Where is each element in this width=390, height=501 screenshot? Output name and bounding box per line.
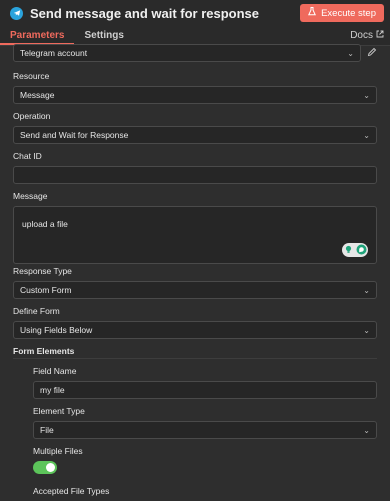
divider [13,358,377,359]
chat-id-label: Chat ID [13,151,42,161]
execute-step-button[interactable]: Execute step [300,4,384,22]
form-elements-label: Form Elements [13,346,75,356]
operation-select[interactable]: Send and Wait for Response ⌄ [13,126,377,144]
response-type-select[interactable]: Custom Form ⌄ [13,281,377,299]
define-form-select[interactable]: Using Fields Below ⌄ [13,321,377,339]
operation-value: Send and Wait for Response [20,130,129,140]
element-type-label: Element Type [33,406,85,416]
multiple-files-field: Multiple Files [33,446,377,474]
multiple-files-toggle[interactable] [33,461,57,474]
field-name-input[interactable]: my file [33,381,377,399]
pencil-icon[interactable] [367,44,377,62]
message-label: Message [13,191,48,201]
resource-value: Message [20,90,55,100]
node-header: Send message and wait for response Execu… [0,0,390,26]
resource-label: Resource [13,71,50,81]
chevron-down-icon: ⌄ [363,285,370,295]
message-textarea[interactable]: upload a file [13,206,377,264]
flask-icon [308,7,317,19]
field-name-field: Field Name my file [33,366,377,399]
resource-select[interactable]: Message ⌄ [13,86,377,104]
assistant-badge[interactable] [342,243,368,257]
multiple-files-label: Multiple Files [33,446,83,456]
define-form-value: Using Fields Below [20,325,93,335]
node-title: Send message and wait for response [30,5,260,21]
chevron-down-icon: ⌄ [363,130,370,140]
chevron-down-icon: ⌄ [363,325,370,335]
credential-row: Telegram account ⌄ [13,44,377,62]
chat-bubble-icon [356,244,367,257]
chat-id-input[interactable] [13,166,377,184]
operation-field: Operation Send and Wait for Response ⌄ [13,111,377,144]
element-type-select[interactable]: File ⌄ [33,421,377,439]
credential-value: Telegram account [20,48,88,58]
chevron-down-icon: ⌄ [347,48,354,58]
credential-select[interactable]: Telegram account ⌄ [13,44,361,62]
operation-label: Operation [13,111,51,121]
tab-settings[interactable]: Settings [74,30,133,45]
define-form-field: Define Form Using Fields Below ⌄ [13,306,377,339]
element-type-value: File [40,425,54,435]
external-link-icon [376,30,384,41]
docs-label: Docs [350,30,373,41]
accepted-file-types-label: Accepted File Types [33,486,110,496]
message-field: Message upload a file [13,191,377,264]
element-type-field: Element Type File ⌄ [33,406,377,439]
response-type-value: Custom Form [20,285,72,295]
accepted-file-types-field: Accepted File Types [33,486,377,501]
response-type-field: Response Type Custom Form ⌄ [13,266,377,299]
docs-link[interactable]: Docs [350,30,384,45]
lightbulb-icon [344,245,353,256]
title-wrap: Send message and wait for response [10,6,259,21]
telegram-icon [10,6,23,20]
tab-bar: Parameters Settings Docs [0,26,390,46]
tab-parameters[interactable]: Parameters [0,30,75,45]
field-name-value: my file [40,385,65,395]
message-value: upload a file [22,219,68,229]
define-form-label: Define Form [13,306,60,316]
toggle-knob [46,463,55,472]
chevron-down-icon: ⌄ [363,425,370,435]
field-name-label: Field Name [33,366,77,376]
response-type-label: Response Type [13,266,72,276]
chevron-down-icon: ⌄ [363,90,370,100]
execute-step-label: Execute step [321,7,376,19]
chat-id-field: Chat ID [13,151,377,184]
resource-field: Resource Message ⌄ [13,71,377,104]
